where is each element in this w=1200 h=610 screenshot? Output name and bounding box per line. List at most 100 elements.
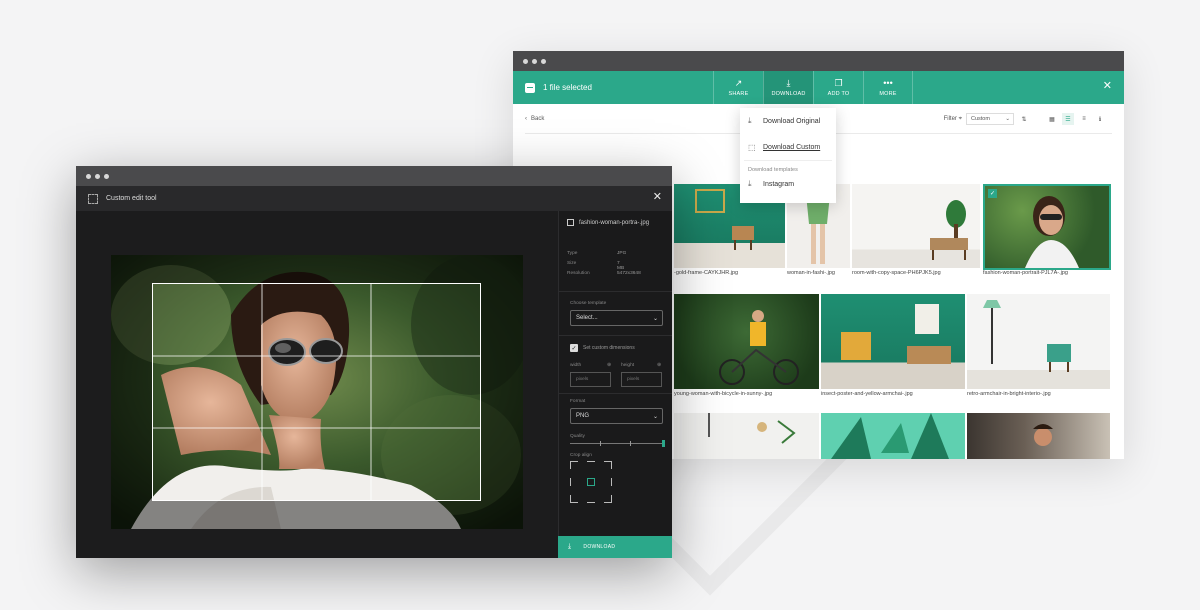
list-view-icon[interactable]: ☰ xyxy=(1062,113,1074,125)
align-top-center[interactable] xyxy=(587,461,595,469)
download-original-item[interactable]: ⤓ Download Original xyxy=(740,108,836,134)
share-label: SHARE xyxy=(728,90,749,97)
gallery-thumbnail[interactable] xyxy=(967,294,1110,389)
thumbnail-caption: retro-armchair-in-bright-interio-.jpg xyxy=(967,391,1051,397)
align-top-left[interactable] xyxy=(570,461,578,469)
gallery-thumbnail[interactable] xyxy=(821,294,965,389)
format-select[interactable]: PNG ⌄ xyxy=(570,408,663,424)
more-label: MORE xyxy=(879,90,897,97)
width-input[interactable]: pixels xyxy=(570,372,611,387)
download-button[interactable]: ⤓ DOWNLOAD xyxy=(558,536,672,558)
more-button[interactable]: ••• MORE xyxy=(863,71,913,104)
sidebar-divider xyxy=(559,393,672,394)
download-icon: ⤓ xyxy=(748,116,752,125)
gallery-thumbnail[interactable] xyxy=(674,413,819,459)
thumbnail-caption: room-with-copy-space-PH6PJK5.jpg xyxy=(852,270,941,276)
align-bottom-center[interactable] xyxy=(587,495,595,503)
window-dot[interactable] xyxy=(532,58,537,64)
chevron-down-icon: ⌄ xyxy=(652,315,658,322)
window-dot[interactable] xyxy=(523,58,528,64)
gallery-titlebar xyxy=(513,51,1124,71)
gallery-thumbnail[interactable] xyxy=(967,413,1110,459)
window-dot[interactable] xyxy=(541,58,546,64)
thumbnail-image xyxy=(831,413,949,459)
thumbnail-caption: fashion-woman-portrait-PJL7A-.jpg xyxy=(983,270,1068,276)
gallery-thumbnail[interactable] xyxy=(821,413,965,459)
download-icon: ⤓ xyxy=(748,179,752,188)
quality-slider[interactable] xyxy=(570,440,665,447)
quality-label: Quality xyxy=(570,434,585,439)
back-link[interactable]: ‹ Back xyxy=(525,116,544,122)
download-label: DOWNLOAD xyxy=(771,90,806,97)
sort-order-icon[interactable]: ⇅ xyxy=(1018,113,1030,125)
lock-icon: ⊕ xyxy=(607,363,612,368)
template-select[interactable]: Select... ⌄ xyxy=(570,310,663,326)
format-select-value: PNG xyxy=(576,413,590,419)
template-instagram-item[interactable]: ⤓ Instagram xyxy=(740,173,836,195)
more-icon: ••• xyxy=(883,77,893,88)
thumbnail-image xyxy=(719,310,799,385)
image-icon xyxy=(567,219,574,226)
align-bottom-left[interactable] xyxy=(570,495,578,503)
window-dot[interactable] xyxy=(95,173,100,179)
gallery-thumbnail[interactable] xyxy=(852,184,980,268)
download-custom-label: Download Custom xyxy=(763,143,821,151)
close-icon[interactable]: ✕ xyxy=(1103,81,1112,92)
file-name: fashion-woman-portra-.jpg xyxy=(579,219,650,226)
gallery-thumbnail-selected[interactable]: ✓ xyxy=(983,184,1111,270)
template-select-value: Select... xyxy=(576,315,598,321)
deselect-checkbox[interactable] xyxy=(525,82,535,93)
add-to-button[interactable]: ❐ ADD TO xyxy=(813,71,863,104)
meta-type: Type JPG xyxy=(567,251,626,256)
filter-button[interactable]: Filter ⌖ xyxy=(944,116,962,123)
thumbnail-image xyxy=(1025,196,1079,268)
align-middle-left[interactable] xyxy=(570,478,578,486)
thumbnail-caption: young-woman-with-bicycle-in-sunny-.jpg xyxy=(674,391,773,397)
edit-sidebar: fashion-woman-portra-.jpg Type JPG Size … xyxy=(558,211,672,558)
chevron-down-icon: ⌄ xyxy=(1005,116,1010,122)
info-icon[interactable]: ℹ xyxy=(1094,113,1106,125)
download-custom-item[interactable]: ⬚ Download Custom xyxy=(740,134,836,160)
sort-select[interactable]: Custom ⌄ xyxy=(966,113,1014,125)
crop-align-label: Crop align xyxy=(570,453,592,458)
align-middle-right[interactable] xyxy=(604,478,612,486)
filter-label: Filter xyxy=(943,115,957,122)
align-top-right[interactable] xyxy=(604,461,612,469)
crop-rectangle[interactable] xyxy=(152,283,481,501)
height-input[interactable]: pixels xyxy=(621,372,662,387)
detail-view-icon[interactable]: ≡ xyxy=(1078,113,1090,125)
selection-count: 1 file selected xyxy=(543,83,592,92)
height-label: height xyxy=(621,363,635,368)
meta-size: Size 7 MB xyxy=(567,261,624,271)
editor-window: Custom edit tool ✕ fashion-woman-portra-… xyxy=(76,166,672,558)
download-dropdown: ⤓ Download Original ⬚ Download Custom Do… xyxy=(740,108,836,203)
align-center[interactable] xyxy=(587,478,595,486)
thumbnail-image xyxy=(930,200,968,260)
window-dot[interactable] xyxy=(104,173,109,179)
height-placeholder: pixels xyxy=(627,377,640,382)
custom-dimensions-checkbox[interactable]: ✓ Set custom dimensions xyxy=(570,344,635,352)
slider-handle[interactable] xyxy=(662,440,665,447)
add-to-label: ADD TO xyxy=(827,90,850,97)
close-icon[interactable]: ✕ xyxy=(653,192,662,203)
download-original-label: Download Original xyxy=(763,117,821,125)
file-name-row: fashion-woman-portra-.jpg xyxy=(567,219,649,226)
custom-dimensions-label: Set custom dimensions xyxy=(583,345,635,351)
download-icon: ⤓ xyxy=(568,543,572,550)
editor-header: Custom edit tool ✕ xyxy=(76,186,672,211)
back-label: Back xyxy=(531,116,545,122)
gallery-thumbnail[interactable] xyxy=(674,294,819,389)
filter-tag-icon: ⌖ xyxy=(958,115,962,122)
grid-view-icon[interactable]: ▦ xyxy=(1046,113,1058,125)
sidebar-divider xyxy=(559,291,672,292)
meta-resolution: Resolution 5472x3648 xyxy=(567,271,641,276)
sidebar-divider xyxy=(559,335,672,336)
download-button[interactable]: ⤓ DOWNLOAD xyxy=(763,71,813,104)
add-to-icon: ❐ xyxy=(834,77,843,88)
thumbnail-caption: woman-in-fashi-.jpg xyxy=(787,270,835,276)
template-instagram-label: Instagram xyxy=(763,180,795,188)
editor-canvas xyxy=(76,211,558,558)
window-dot[interactable] xyxy=(86,173,91,179)
align-bottom-right[interactable] xyxy=(604,495,612,503)
share-button[interactable]: ↗ SHARE xyxy=(713,71,763,104)
